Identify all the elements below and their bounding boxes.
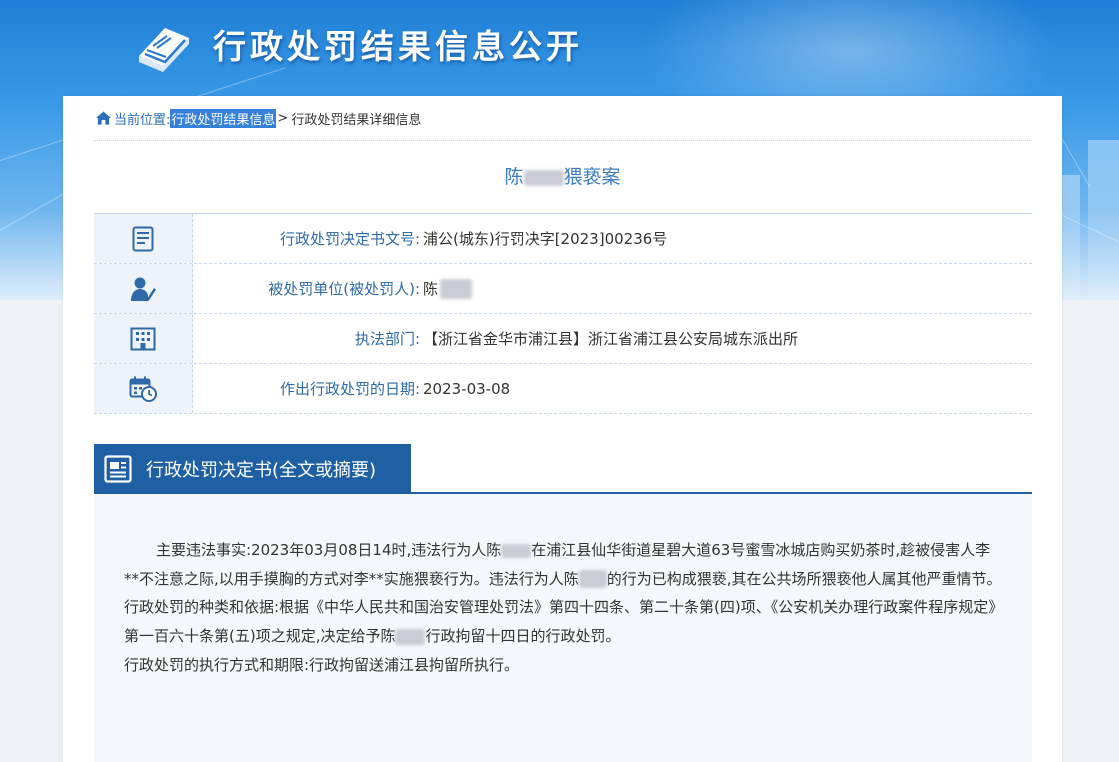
breadcrumb-label: 当前位置:: [114, 112, 171, 128]
info-value: 浦公(城东)行罚决字[2023]00236号: [423, 230, 668, 248]
calendar-clock-icon: [129, 376, 157, 402]
info-row-penalized-party: 被处罚单位(被处罚人): 陈: [94, 264, 1032, 314]
redaction-mask: [440, 278, 473, 299]
penalized-party-name: 陈: [423, 280, 439, 298]
case-title-suffix: 猥亵案: [563, 166, 621, 188]
breadcrumb-separator: >: [277, 110, 289, 126]
building-icon: [130, 327, 156, 350]
decision-content: 主要违法事实:2023年03月08日14时,违法行为人陈 在浦江县仙华街道星碧大道…: [94, 494, 1032, 762]
content-paragraph-execution: 行政处罚的执行方式和期限:行政拘留送浦江县拘留所执行。: [124, 655, 520, 674]
document-list-icon: [132, 226, 154, 251]
detail-panel: 当前位置: 行政处罚结果信息 > 行政处罚结果详细信息 陈 猥亵案 行政处罚决定书…: [63, 96, 1062, 762]
case-title-prefix: 陈: [504, 166, 524, 188]
section-title: 行政处罚决定书(全文或摘要): [146, 459, 377, 481]
breadcrumb-link[interactable]: 行政处罚结果信息: [170, 108, 277, 128]
document-icon: [104, 454, 132, 483]
info-label: 被处罚单位(被处罚人):: [268, 280, 420, 298]
info-label: 行政处罚决定书文号:: [279, 230, 420, 248]
info-table: 行政处罚决定书文号: 浦公(城东)行罚决字[2023]00236号 被处罚单位(…: [94, 213, 1032, 414]
redaction-mask: [501, 543, 532, 558]
skyline-building: [1088, 140, 1119, 300]
content-text: 的行为已构成猥亵,其在公共场所猥亵他人属其他严重情节。: [606, 569, 1002, 588]
redaction-mask: [578, 570, 607, 589]
info-value: 【浙江省金华市浦江县】浙江省浦江县公安局城东派出所: [423, 330, 799, 348]
redaction-mask: [523, 169, 564, 186]
info-label: 执法部门:: [354, 330, 420, 348]
breadcrumb: 当前位置: 行政处罚结果信息 > 行政处罚结果详细信息: [96, 108, 421, 128]
content-paragraph-facts: 主要违法事实:2023年03月08日14时,违法行为人陈 在浦江县仙华街道星碧大道…: [124, 536, 1004, 593]
site-title: 行政处罚结果信息公开: [213, 27, 583, 66]
info-icon-cell: [94, 314, 193, 363]
decision-section-header: 行政处罚决定书(全文或摘要): [94, 444, 1032, 494]
home-icon: [96, 111, 111, 125]
breadcrumb-current: 行政处罚结果详细信息: [291, 112, 422, 128]
content-text: 主要违法事实:2023年03月08日14时,违法行为人陈: [156, 541, 502, 559]
content-paragraph-basis: 行政处罚的种类和依据:根据《中华人民共和国治安管理处罚法》第四十四条、第二十条第…: [124, 593, 1004, 650]
content-text: 行政拘留十四日的行政处罚。: [425, 627, 621, 646]
info-row-decision-date: 作出行政处罚的日期: 2023-03-08: [94, 364, 1032, 414]
redaction-mask: [395, 628, 426, 645]
person-pen-icon: [131, 277, 156, 301]
info-label: 作出行政处罚的日期:: [279, 380, 420, 398]
info-row-enforcement-department: 执法部门: 【浙江省金华市浦江县】浙江省浦江县公安局城东派出所: [94, 314, 1032, 364]
info-value: 2023-03-08: [423, 379, 511, 398]
info-icon-cell: [94, 364, 193, 413]
case-title: 陈 猥亵案: [63, 162, 1062, 189]
divider: [94, 140, 1032, 141]
info-icon-cell: [94, 264, 193, 313]
decision-section-tab: 行政处罚决定书(全文或摘要): [94, 444, 411, 493]
info-icon-cell: [94, 214, 193, 263]
info-value: 陈: [420, 264, 1032, 313]
book-icon: [139, 28, 189, 72]
info-row-document-number: 行政处罚决定书文号: 浦公(城东)行罚决字[2023]00236号: [94, 214, 1032, 264]
